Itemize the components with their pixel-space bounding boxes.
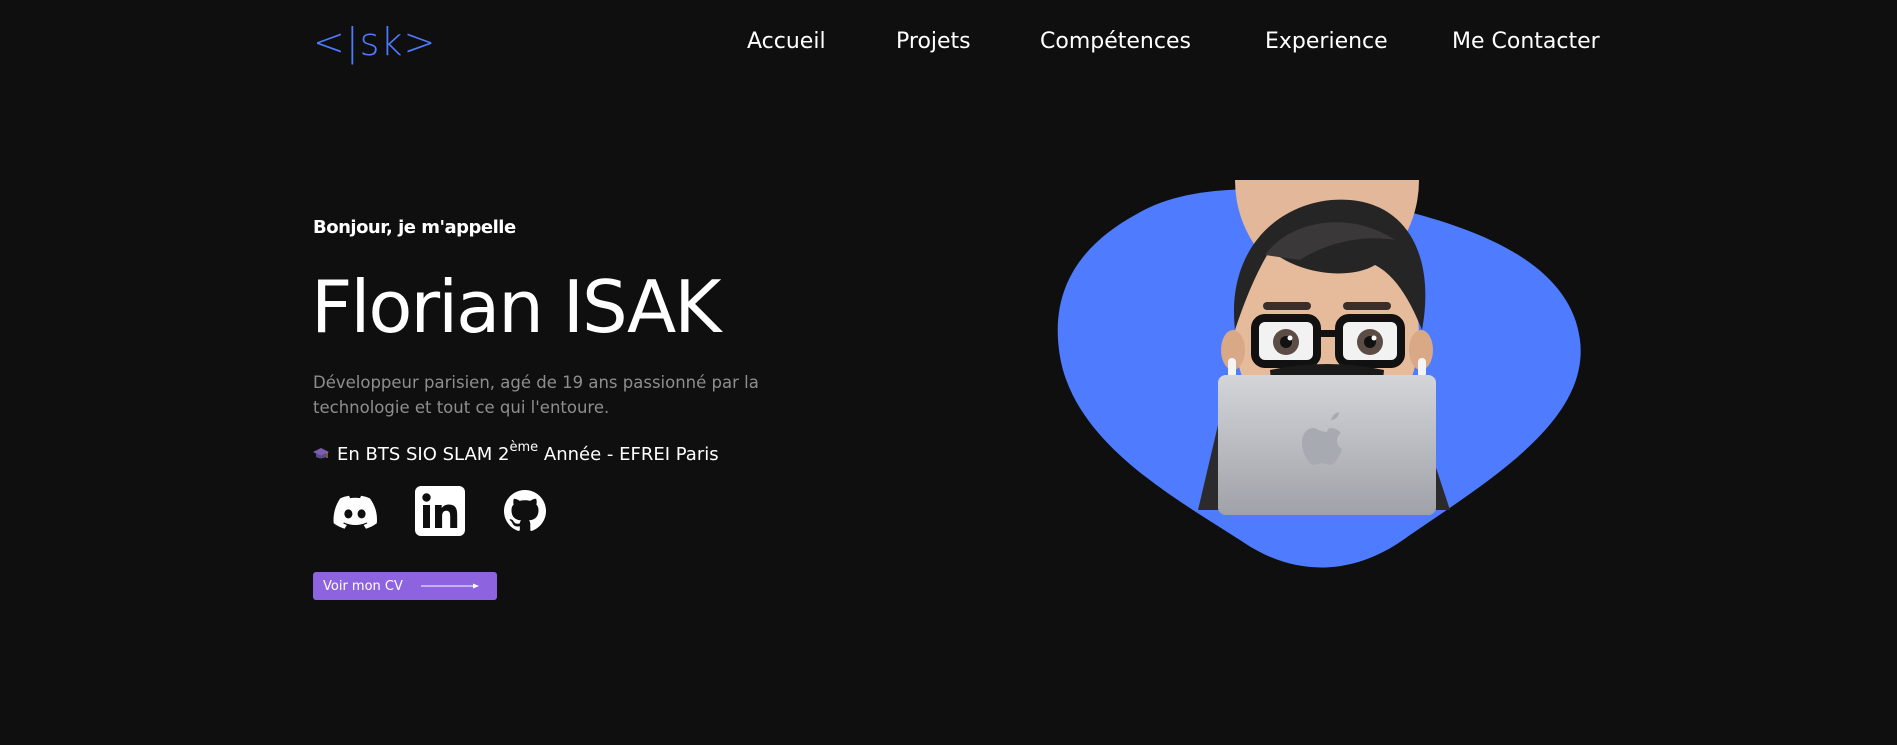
hero-illustration <box>1050 180 1590 580</box>
study-suffix: Année - EFREI Paris <box>538 444 719 465</box>
page: <|sk> Accueil Projets Compétences Experi… <box>0 0 1897 745</box>
nav-link-competences[interactable]: Compétences <box>1040 27 1191 57</box>
site-logo[interactable]: <|sk> <box>313 18 436 66</box>
memoji-with-laptop-icon <box>1057 180 1581 568</box>
nav-link-accueil[interactable]: Accueil <box>747 27 826 57</box>
discord-icon <box>333 495 377 529</box>
linkedin-link[interactable] <box>415 486 465 536</box>
hero-greeting: Bonjour, je m'appelle <box>313 217 516 238</box>
graduation-cap-icon <box>313 448 329 459</box>
view-cv-label: Voir mon CV <box>323 578 403 594</box>
study-line: En BTS SIO SLAM 2ème Année - EFREI Paris <box>313 440 719 470</box>
nav-link-projets[interactable]: Projets <box>896 27 971 57</box>
study-sup: ème <box>509 440 539 455</box>
github-link[interactable] <box>500 486 550 536</box>
hero-name: Florian ISAK <box>311 265 721 349</box>
study-prefix: En BTS SIO SLAM 2 <box>337 444 510 465</box>
arrow-right-icon <box>421 583 479 589</box>
view-cv-button[interactable]: Voir mon CV <box>313 572 497 600</box>
nav-link-contact[interactable]: Me Contacter <box>1452 27 1600 57</box>
linkedin-icon <box>415 486 465 536</box>
discord-link[interactable] <box>330 486 380 536</box>
github-icon <box>504 490 546 531</box>
hero-bio: Développeur parisien, agé de 19 ans pass… <box>313 373 759 417</box>
nav-link-experience[interactable]: Experience <box>1265 27 1388 57</box>
